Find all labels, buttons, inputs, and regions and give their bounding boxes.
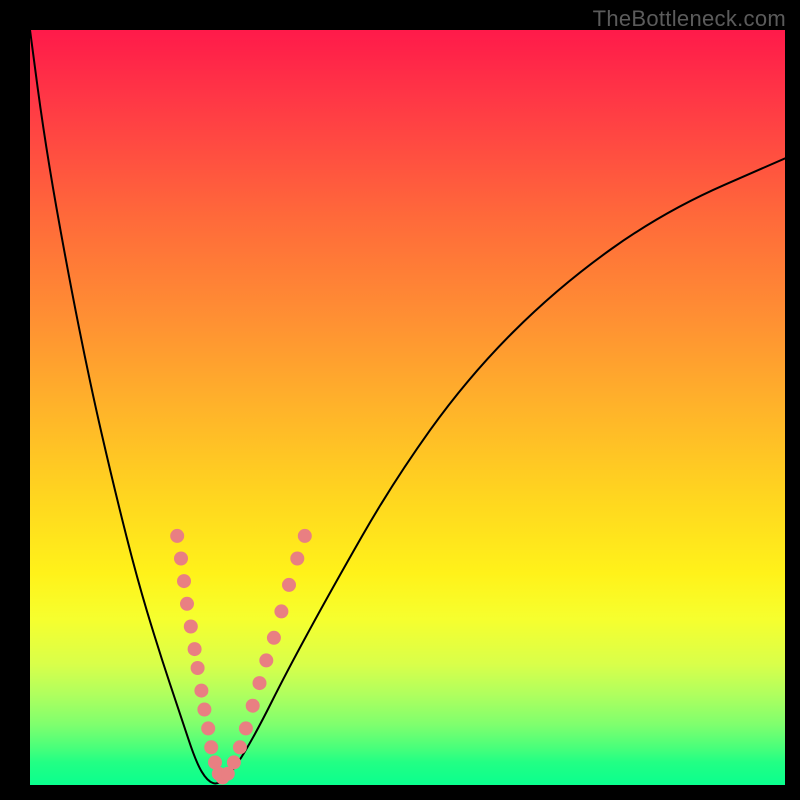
chart-svg — [30, 30, 785, 785]
marker-point — [274, 604, 288, 618]
bottleneck-curve — [30, 30, 785, 783]
marker-point — [233, 740, 247, 754]
marker-point — [298, 529, 312, 543]
marker-point — [267, 631, 281, 645]
marker-point — [188, 642, 202, 656]
marker-point — [174, 552, 188, 566]
watermark-text: TheBottleneck.com — [593, 6, 786, 32]
marker-point — [204, 740, 218, 754]
marker-point — [246, 699, 260, 713]
marker-point — [290, 552, 304, 566]
marker-point — [259, 653, 273, 667]
marker-point — [201, 721, 215, 735]
chart-frame: TheBottleneck.com — [0, 0, 800, 800]
marker-point — [197, 703, 211, 717]
marker-point — [253, 676, 267, 690]
marker-point — [191, 661, 205, 675]
marker-point — [227, 755, 241, 769]
marker-point — [184, 620, 198, 634]
marker-point — [239, 721, 253, 735]
marker-point — [282, 578, 296, 592]
marker-point — [170, 529, 184, 543]
marker-point — [194, 684, 208, 698]
marker-point — [180, 597, 194, 611]
plot-area — [30, 30, 785, 785]
marker-point — [177, 574, 191, 588]
